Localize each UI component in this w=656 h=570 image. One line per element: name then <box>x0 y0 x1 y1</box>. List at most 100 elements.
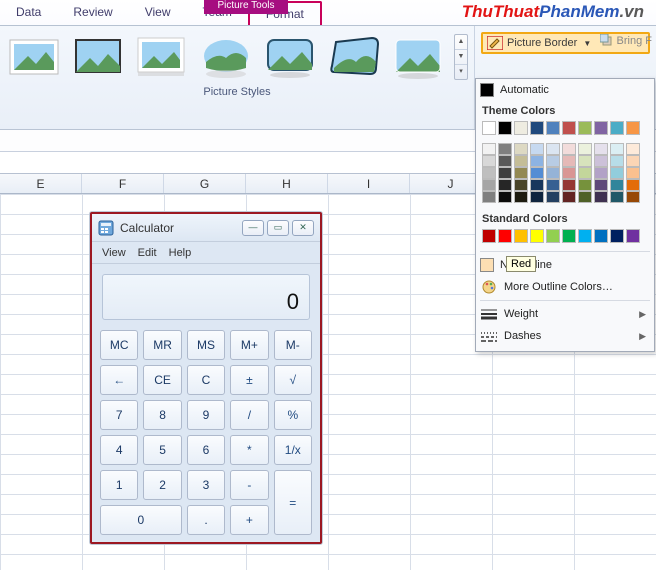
key-4[interactable]: 4 <box>100 435 138 465</box>
picture-style-thumb[interactable] <box>134 34 190 80</box>
picture-style-thumb[interactable] <box>70 34 126 80</box>
color-swatch[interactable] <box>610 167 624 179</box>
picture-style-thumb[interactable] <box>198 34 254 80</box>
maximize-button[interactable]: ▭ <box>267 220 289 236</box>
color-swatch[interactable] <box>626 155 640 167</box>
key-9[interactable]: 9 <box>187 400 225 430</box>
calc-menu-view[interactable]: View <box>102 247 126 259</box>
color-swatch[interactable] <box>578 167 592 179</box>
color-swatch[interactable] <box>546 143 560 155</box>
dd-automatic[interactable]: Automatic <box>476 79 654 101</box>
color-swatch[interactable] <box>578 143 592 155</box>
dd-dashes[interactable]: Dashes ▶ <box>476 325 654 347</box>
color-swatch[interactable] <box>562 191 576 203</box>
dd-no-outline[interactable]: No Outline <box>476 254 654 276</box>
key-mul[interactable]: * <box>230 435 268 465</box>
color-swatch[interactable] <box>626 121 640 135</box>
color-swatch[interactable] <box>530 143 544 155</box>
color-swatch[interactable] <box>482 179 496 191</box>
color-swatch[interactable] <box>482 155 496 167</box>
dd-more-colors[interactable]: More Outline Colors… <box>476 276 654 298</box>
bring-forward-button[interactable]: Bring F <box>600 34 652 48</box>
key-equals[interactable]: = <box>274 470 312 535</box>
key-6[interactable]: 6 <box>187 435 225 465</box>
color-swatch[interactable] <box>562 155 576 167</box>
col-header[interactable]: G <box>164 174 246 193</box>
color-swatch[interactable] <box>594 167 608 179</box>
color-swatch[interactable] <box>594 155 608 167</box>
color-swatch[interactable] <box>562 179 576 191</box>
color-swatch[interactable] <box>562 121 576 135</box>
tab-view[interactable]: View <box>129 1 187 25</box>
key-8[interactable]: 8 <box>143 400 181 430</box>
color-swatch[interactable] <box>498 179 512 191</box>
color-swatch[interactable] <box>626 191 640 203</box>
color-swatch[interactable] <box>498 143 512 155</box>
calc-menu-help[interactable]: Help <box>169 247 192 259</box>
color-swatch[interactable] <box>482 121 496 135</box>
minimize-button[interactable]: — <box>242 220 264 236</box>
color-swatch[interactable] <box>626 143 640 155</box>
color-swatch[interactable] <box>546 229 560 243</box>
picture-style-thumb[interactable] <box>6 34 62 80</box>
key-ce[interactable]: CE <box>143 365 181 395</box>
key-mplus[interactable]: M+ <box>230 330 268 360</box>
color-swatch[interactable] <box>594 191 608 203</box>
color-swatch[interactable] <box>546 121 560 135</box>
color-swatch[interactable] <box>562 143 576 155</box>
color-swatch[interactable] <box>594 121 608 135</box>
key-pm[interactable]: ± <box>230 365 268 395</box>
key-dot[interactable]: . <box>187 505 225 535</box>
color-swatch[interactable] <box>498 191 512 203</box>
calculator-titlebar[interactable]: Calculator — ▭ ✕ <box>92 214 320 242</box>
picture-style-thumb[interactable] <box>326 34 382 80</box>
key-plus[interactable]: + <box>230 505 268 535</box>
color-swatch[interactable] <box>498 155 512 167</box>
color-swatch[interactable] <box>482 191 496 203</box>
color-swatch[interactable] <box>610 191 624 203</box>
picture-style-thumb[interactable] <box>262 34 318 80</box>
color-swatch[interactable] <box>594 143 608 155</box>
color-swatch[interactable] <box>514 191 528 203</box>
key-mminus[interactable]: M- <box>274 330 312 360</box>
tab-data[interactable]: Data <box>0 1 57 25</box>
color-swatch[interactable] <box>482 167 496 179</box>
color-swatch[interactable] <box>610 229 624 243</box>
color-swatch[interactable] <box>546 191 560 203</box>
close-button[interactable]: ✕ <box>292 220 314 236</box>
key-percent[interactable]: % <box>274 400 312 430</box>
color-swatch[interactable] <box>514 143 528 155</box>
key-sqrt[interactable]: √ <box>274 365 312 395</box>
color-swatch[interactable] <box>626 229 640 243</box>
color-swatch[interactable] <box>530 121 544 135</box>
color-swatch[interactable] <box>514 229 528 243</box>
dd-weight[interactable]: Weight ▶ <box>476 303 654 325</box>
color-swatch[interactable] <box>578 155 592 167</box>
key-c[interactable]: C <box>187 365 225 395</box>
col-header[interactable]: E <box>0 174 82 193</box>
color-swatch[interactable] <box>546 167 560 179</box>
color-swatch[interactable] <box>514 155 528 167</box>
color-swatch[interactable] <box>578 229 592 243</box>
key-minus[interactable]: - <box>230 470 268 500</box>
color-swatch[interactable] <box>498 167 512 179</box>
tab-review[interactable]: Review <box>57 1 128 25</box>
color-swatch[interactable] <box>578 191 592 203</box>
color-swatch[interactable] <box>562 167 576 179</box>
color-swatch[interactable] <box>578 121 592 135</box>
color-swatch[interactable] <box>530 155 544 167</box>
color-swatch[interactable] <box>626 179 640 191</box>
color-swatch[interactable] <box>498 121 512 135</box>
key-back[interactable]: ← <box>100 365 138 395</box>
key-mr[interactable]: MR <box>143 330 181 360</box>
calculator-window[interactable]: Calculator — ▭ ✕ View Edit Help 0 MC MR … <box>90 212 322 544</box>
color-swatch[interactable] <box>530 229 544 243</box>
color-swatch[interactable] <box>514 121 528 135</box>
key-7[interactable]: 7 <box>100 400 138 430</box>
col-header[interactable]: F <box>82 174 164 193</box>
key-1[interactable]: 1 <box>100 470 138 500</box>
key-3[interactable]: 3 <box>187 470 225 500</box>
color-swatch[interactable] <box>610 121 624 135</box>
color-swatch[interactable] <box>578 179 592 191</box>
key-inv[interactable]: 1/x <box>274 435 312 465</box>
